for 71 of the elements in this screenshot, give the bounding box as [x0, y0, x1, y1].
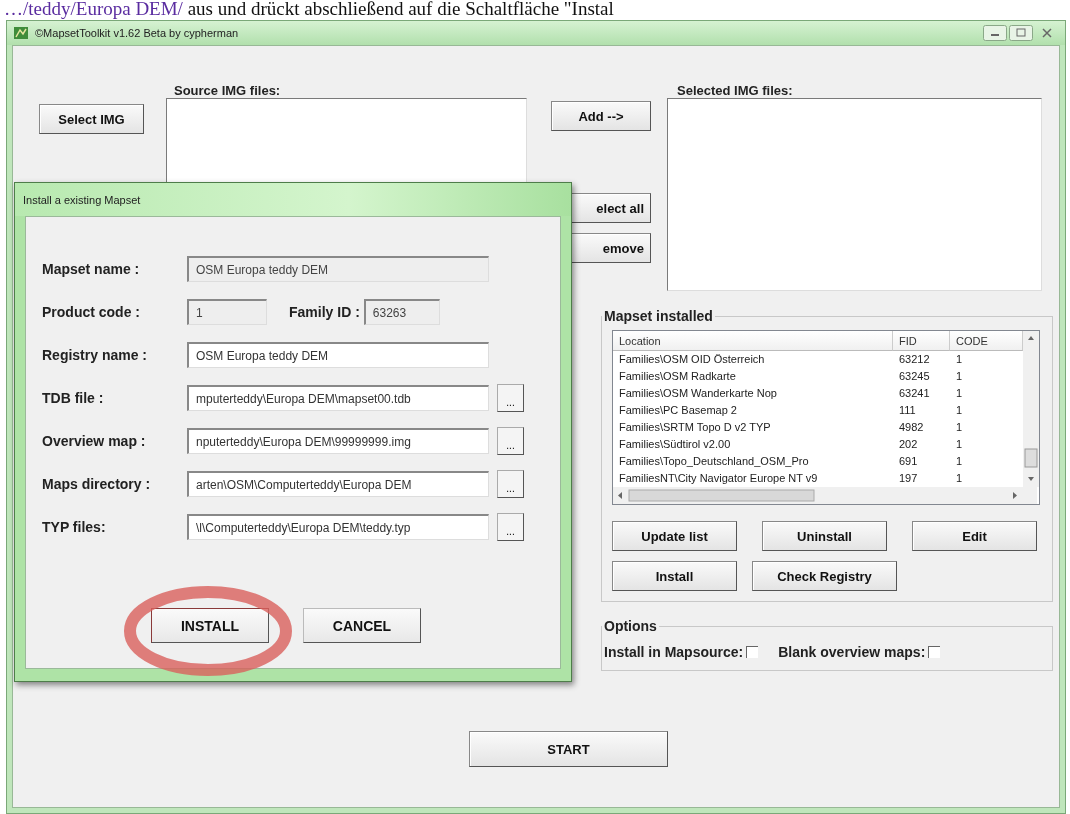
app-icon [13, 25, 29, 41]
table-cell-text: 1 [955, 437, 964, 452]
browse-button[interactable]: ... [497, 513, 524, 541]
list-action-button[interactable]: Update list [612, 521, 737, 551]
table-cell-text: Families\OSM OID Österreich [618, 352, 766, 367]
table-cell-text: 4982 [898, 420, 925, 435]
dialog-title: Install a existing Mapset [23, 193, 141, 206]
table-cell-text: 1 [955, 454, 964, 469]
column-header[interactable]: CODE [950, 331, 1023, 351]
column-header[interactable]: FID [893, 331, 950, 351]
input-field[interactable]: nputerteddy\Europa DEM\99999999.img [187, 428, 489, 454]
table-cell-text: Families\PC Basemap 2 [618, 403, 738, 418]
column-header[interactable]: Location [613, 331, 893, 351]
table-cell-text: Families\Topo_Deutschland_OSM_Pro [618, 454, 810, 469]
table-cell-text: Families\Südtirol v2.00 [618, 437, 732, 452]
dialog-button[interactable]: INSTALL [151, 608, 269, 643]
table-cell-text: 1 [955, 386, 964, 401]
source-files-label: Source IMG files: [173, 83, 282, 98]
field-label: Overview map : [42, 433, 147, 449]
list-action-button[interactable]: Check Registry [752, 561, 897, 591]
checkbox-label: Blank overview maps: [778, 644, 926, 660]
table-cell-text: 691 [898, 454, 919, 469]
table-cell-text: 1 [955, 403, 964, 418]
mapset-list[interactable] [612, 330, 1040, 505]
table-cell-text: 202 [898, 437, 919, 452]
dialog-button[interactable]: CANCEL [303, 608, 421, 643]
list-action-button[interactable]: Edit [912, 521, 1037, 551]
horizontal-scrollbar[interactable] [613, 487, 1037, 504]
selected-files-label: Selected IMG files: [676, 83, 794, 98]
table-cell-text: Families\OSM Radkarte [618, 369, 737, 384]
browse-button[interactable]: ... [497, 470, 524, 498]
field-label: TDB file : [42, 390, 105, 406]
table-cell-text: 1 [955, 352, 964, 367]
window-title: ©MapsetToolkit v1.62 Beta by cypherman [35, 27, 239, 39]
table-cell-text: Families\SRTM Topo D v2 TYP [618, 420, 772, 435]
field-label: Product code : [42, 304, 141, 320]
text-link[interactable]: …/teddy/Europa DEM/ [4, 0, 183, 19]
table-cell-text: FamiliesNT\City Navigator Europe NT v9 [618, 471, 819, 486]
checkbox-label: Install in Mapsource: [604, 644, 744, 660]
table-cell-text: Families\OSM Wanderkarte Nop [618, 386, 778, 401]
table-cell-text: 63212 [898, 352, 931, 367]
table-cell-text: 1 [955, 471, 964, 486]
table-cell-text: 1 [955, 420, 964, 435]
table-cell-text: 63245 [898, 369, 931, 384]
input-field[interactable]: mputerteddy\Europa DEM\mapset00.tdb [187, 385, 489, 411]
field-label: TYP files: [42, 519, 107, 535]
minimize-icon[interactable] [983, 25, 1007, 41]
group-title: Mapset installed [603, 308, 714, 324]
input-field[interactable]: OSM Europa teddy DEM [187, 342, 489, 368]
list-action-button[interactable]: Uninstall [762, 521, 887, 551]
field-label: Mapset name : [42, 261, 141, 277]
table-cell-text: 63241 [898, 386, 931, 401]
list-action-button[interactable]: Install [612, 561, 737, 591]
start-button[interactable]: START [469, 731, 668, 767]
side-button[interactable]: Add --> [551, 101, 651, 131]
field-label: Registry name : [42, 347, 149, 363]
browse-button[interactable]: ... [497, 384, 524, 412]
browse-button[interactable]: ... [497, 427, 524, 455]
select-img-button[interactable]: Select IMG [39, 104, 144, 134]
field-label: Family ID : [289, 304, 360, 320]
input-field[interactable]: \l\Computerteddy\Europa DEM\teddy.typ [187, 514, 489, 540]
table-cell-text: 197 [898, 471, 919, 486]
table-cell-text: 111 [898, 403, 917, 418]
field-label: Maps directory : [42, 476, 152, 492]
input-field[interactable]: arten\OSM\Computerteddy\Europa DEM [187, 471, 489, 497]
vertical-scrollbar[interactable] [1023, 331, 1039, 487]
article-sentence: aus und drückt abschließend auf die Schaltfläche "Instal [187, 0, 614, 19]
group-title: Options [603, 618, 658, 634]
checkbox[interactable] [928, 646, 941, 658]
table-cell-text: 1 [955, 369, 964, 384]
checkbox[interactable] [746, 646, 759, 658]
